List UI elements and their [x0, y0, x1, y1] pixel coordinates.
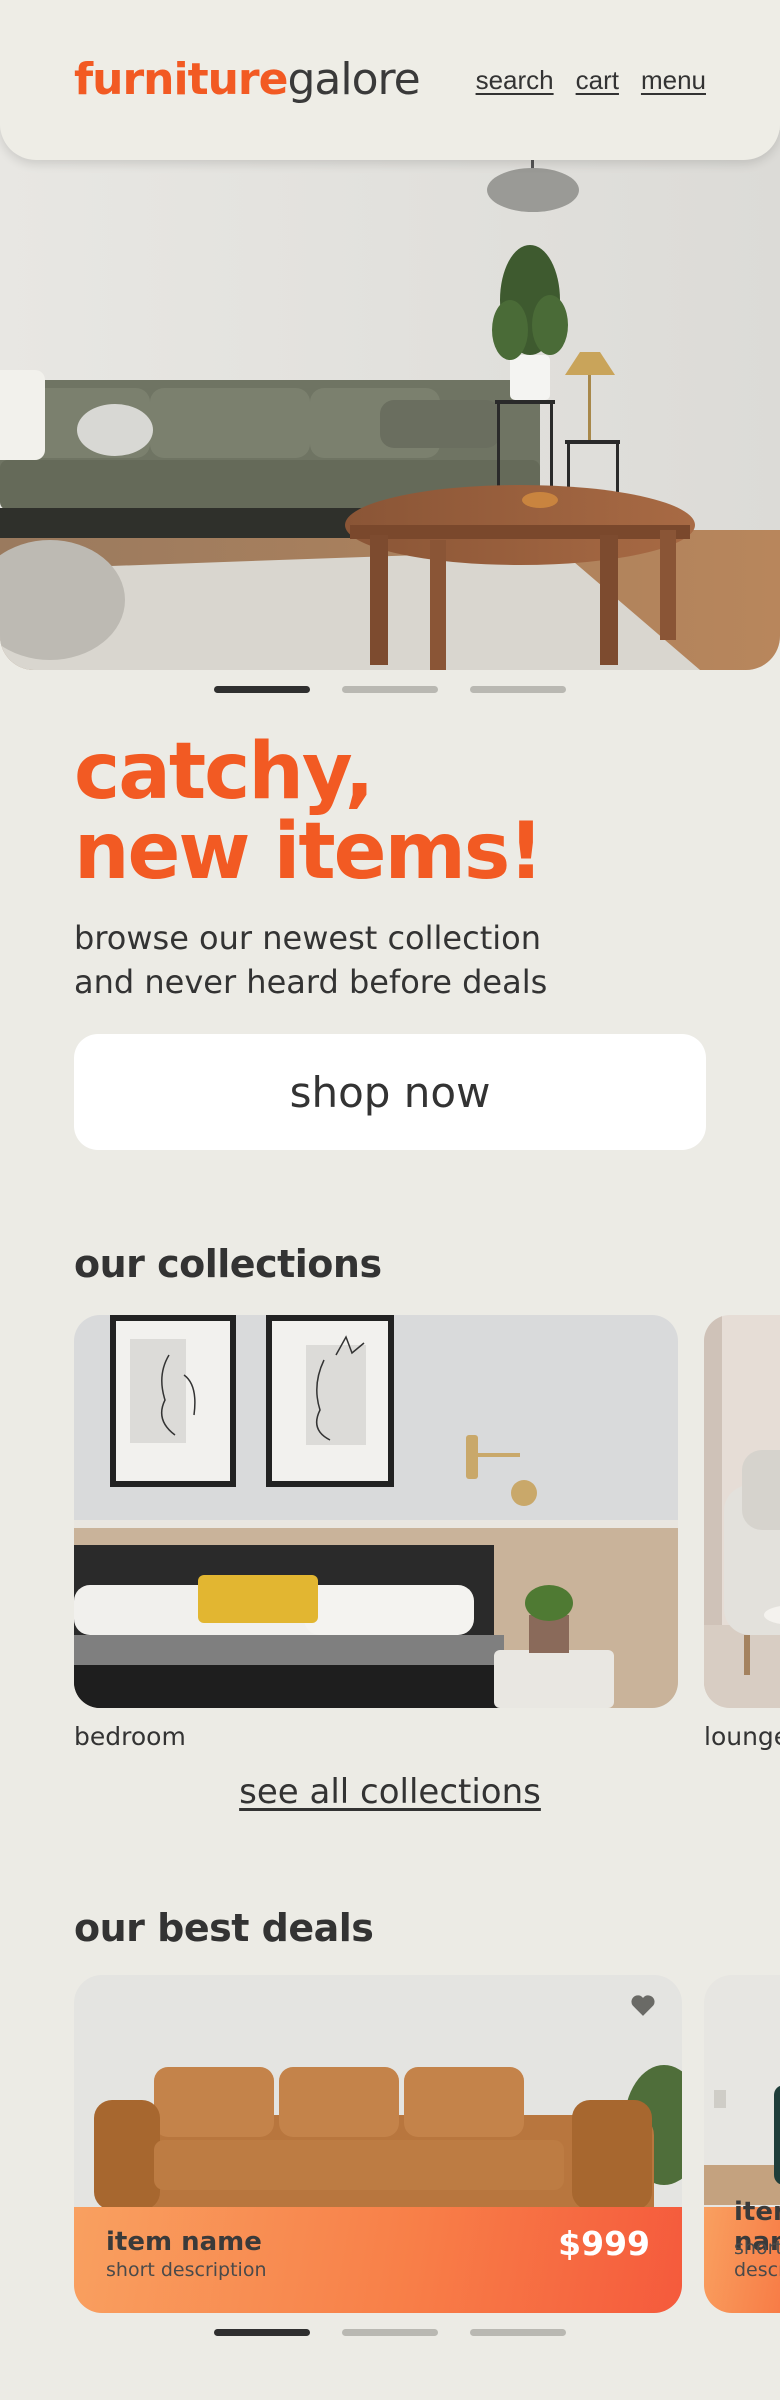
logo-light-text: galore	[287, 54, 420, 105]
main-nav: search cart menu	[476, 62, 706, 98]
hero-living-room-image	[0, 130, 780, 670]
page: furnituregalore search cart menu catchy,…	[0, 0, 780, 2400]
deals-dot-1[interactable]	[214, 2329, 310, 2336]
logo-bold-text: furniture	[74, 54, 288, 105]
collection-label-bedroom: bedroom	[74, 1722, 186, 1751]
deal-card[interactable]: item name short description $999	[74, 1975, 682, 2313]
lounge-image	[704, 1315, 780, 1708]
deals-title: our best deals	[74, 1906, 374, 1950]
logo[interactable]: furnituregalore	[74, 48, 421, 112]
nav-menu-link[interactable]: menu	[641, 62, 706, 98]
hero-dot-3[interactable]	[470, 686, 566, 693]
shop-now-button[interactable]: shop now	[74, 1034, 706, 1150]
see-all-collections-link[interactable]: see all collections	[0, 1772, 780, 1812]
hero-carousel[interactable]	[0, 130, 780, 670]
deals-dot-3[interactable]	[470, 2329, 566, 2336]
bedroom-image	[74, 1315, 678, 1708]
deals-carousel-dots	[214, 2329, 566, 2336]
collections-title: our collections	[74, 1242, 382, 1286]
collection-card-bedroom[interactable]	[74, 1315, 678, 1708]
promo-sub-line2: and never heard before deals	[74, 963, 548, 1001]
promo-headline-line2: new items!	[74, 807, 544, 897]
hero-dot-2[interactable]	[342, 686, 438, 693]
deal-2-info-bar: item name short description	[704, 2197, 780, 2313]
deal-2-item-description: short description	[734, 2237, 780, 2281]
promo-headline: catchy, new items!	[74, 727, 544, 897]
deals-dot-2[interactable]	[342, 2329, 438, 2336]
nav-search-link[interactable]: search	[476, 62, 554, 98]
collection-card-lounge[interactable]	[704, 1315, 780, 1708]
nav-cart-link[interactable]: cart	[576, 62, 619, 98]
deal-item-name: item name	[106, 2227, 262, 2257]
favorite-heart-icon[interactable]	[630, 1993, 656, 2017]
hero-carousel-dots	[214, 686, 566, 693]
collection-label-lounge: lounge	[704, 1722, 780, 1751]
deal-card-2[interactable]: item name short description	[704, 1975, 780, 2313]
deal-info-bar: item name short description $999	[74, 2207, 682, 2313]
promo-sub-line1: browse our newest collection	[74, 919, 541, 957]
promo-subtitle: browse our newest collection and never h…	[74, 916, 714, 1004]
deal-item-price: $999	[558, 2224, 650, 2263]
hero-dot-1[interactable]	[214, 686, 310, 693]
deal-item-description: short description	[106, 2259, 267, 2281]
promo-headline-line1: catchy,	[74, 727, 374, 817]
site-header: furnituregalore search cart menu	[0, 0, 780, 160]
